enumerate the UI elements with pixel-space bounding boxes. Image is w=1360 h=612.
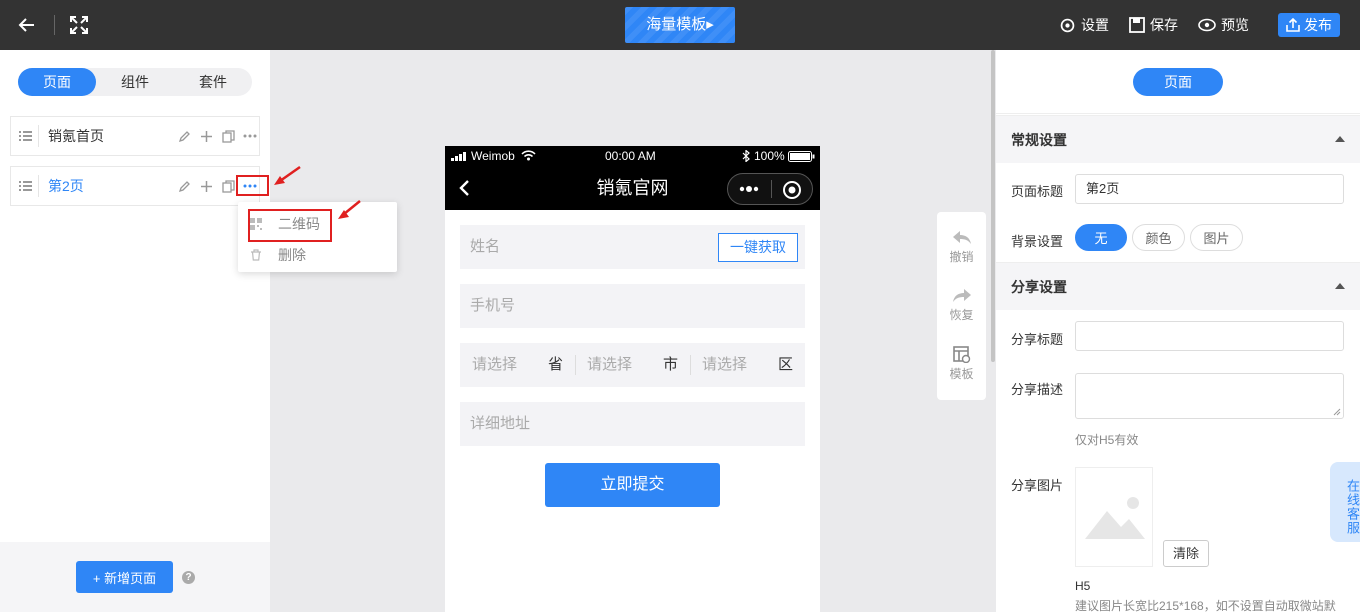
- page-row-2[interactable]: 第2页: [10, 166, 260, 206]
- name-placeholder: 姓名: [470, 238, 501, 255]
- preview-button[interactable]: 预览: [1198, 15, 1249, 35]
- eye-icon: [1198, 18, 1216, 32]
- highlight-box: [248, 209, 332, 242]
- bg-option-none[interactable]: 无: [1075, 224, 1127, 251]
- submit-button[interactable]: 立即提交: [545, 463, 720, 507]
- template-button[interactable]: 模板: [937, 346, 986, 382]
- wifi-icon: [521, 150, 536, 161]
- upload-icon: [1286, 18, 1300, 32]
- undo-button[interactable]: 撤销: [937, 230, 986, 265]
- back-arrow-icon[interactable]: [17, 15, 37, 35]
- drag-handle-icon[interactable]: [19, 180, 32, 192]
- image-placeholder-icon: [1085, 497, 1145, 539]
- address-field[interactable]: 详细地址: [460, 402, 805, 446]
- settings-button[interactable]: 设置: [1059, 15, 1109, 35]
- clear-image-button[interactable]: 清除: [1163, 540, 1209, 567]
- bg-option-color[interactable]: 颜色: [1132, 224, 1185, 251]
- annotation-arrow-icon: [338, 200, 361, 219]
- divider: [38, 125, 39, 147]
- one-click-fetch-button[interactable]: 一键获取: [718, 233, 798, 262]
- more-icon[interactable]: [242, 128, 258, 144]
- fullscreen-icon[interactable]: [69, 15, 89, 35]
- menu-item-delete[interactable]: 删除: [250, 243, 306, 267]
- highlight-box: [236, 175, 269, 196]
- page-name: 第2页: [48, 178, 84, 194]
- divider: [771, 180, 772, 198]
- tab-components[interactable]: 组件: [96, 68, 174, 96]
- city-select[interactable]: 请选择: [587, 343, 632, 387]
- add-page-button[interactable]: + 新增页面: [76, 561, 173, 593]
- canvas-scrollbar[interactable]: [991, 50, 995, 362]
- collapse-caret-icon: [1335, 136, 1345, 142]
- annotation-arrow-icon: [274, 165, 301, 185]
- share-image-hint: 建议图片长宽比215*168，如不设置自动取微站默: [1075, 599, 1336, 612]
- page-settings-tab[interactable]: 页面: [1133, 68, 1223, 96]
- redo-button[interactable]: 恢复: [937, 288, 986, 323]
- save-icon: [1129, 17, 1145, 33]
- plus-icon[interactable]: [198, 128, 214, 144]
- template-icon: [952, 346, 970, 363]
- phone-field[interactable]: 手机号: [460, 284, 805, 328]
- share-image-label: 分享图片: [1011, 478, 1064, 493]
- divider: [54, 15, 55, 35]
- city-label: 市: [663, 356, 679, 373]
- divider: [690, 355, 691, 375]
- share-desc-label: 分享描述: [1011, 382, 1064, 397]
- section-title: 分享设置: [1011, 279, 1067, 295]
- share-title-label: 分享标题: [1011, 332, 1064, 347]
- undo-icon: [952, 231, 971, 244]
- copy-icon[interactable]: [220, 178, 236, 194]
- page-title-label: 页面标题: [1011, 184, 1064, 199]
- province-select[interactable]: 请选择: [472, 343, 517, 387]
- copy-icon[interactable]: [220, 128, 236, 144]
- edit-icon[interactable]: [176, 178, 192, 194]
- h5-label: H5: [1075, 579, 1091, 593]
- share-desc-textarea[interactable]: [1075, 373, 1344, 419]
- close-target-icon[interactable]: [782, 180, 802, 200]
- divider: [575, 355, 576, 375]
- bluetooth-icon: [742, 150, 750, 162]
- edit-icon[interactable]: [176, 128, 192, 144]
- share-title-input[interactable]: [1075, 321, 1344, 351]
- address-placeholder: 详细地址: [470, 415, 531, 432]
- page-name: 销氪首页: [48, 128, 104, 144]
- share-settings-header[interactable]: 分享设置: [996, 262, 1360, 310]
- resize-handle-icon: [1333, 408, 1341, 416]
- tab-pages[interactable]: 页面: [18, 68, 96, 96]
- redo-icon: [952, 289, 971, 302]
- status-time: 00:00 AM: [605, 149, 656, 163]
- drag-handle-icon[interactable]: [19, 130, 32, 142]
- signal-icon: [451, 152, 466, 161]
- gear-icon: [1060, 18, 1075, 32]
- battery-percent: 100%: [754, 149, 785, 163]
- divider: [38, 175, 39, 197]
- publish-button[interactable]: 发布: [1278, 13, 1340, 37]
- general-settings-header[interactable]: 常规设置: [996, 115, 1360, 163]
- online-service-button[interactable]: 在线客服: [1330, 462, 1360, 542]
- bg-option-image[interactable]: 图片: [1190, 224, 1243, 251]
- page-row-1[interactable]: 销氪首页: [10, 116, 260, 156]
- template-title-button[interactable]: 海量模板▸: [625, 7, 735, 43]
- collapse-caret-icon: [1335, 283, 1345, 289]
- battery-icon: [788, 151, 815, 162]
- district-select[interactable]: 请选择: [702, 343, 747, 387]
- share-desc-hint: 仅对H5有效: [1075, 433, 1139, 447]
- trash-icon: [251, 249, 261, 261]
- help-icon[interactable]: ?: [182, 571, 195, 584]
- phone-status-bar: Weimob 00:00 AM 100%: [445, 146, 820, 166]
- tab-kits[interactable]: 套件: [174, 68, 252, 96]
- more-dots-icon[interactable]: [739, 185, 759, 193]
- save-button[interactable]: 保存: [1129, 15, 1178, 35]
- background-label: 背景设置: [1011, 234, 1064, 249]
- page-title-input[interactable]: 第2页: [1075, 174, 1344, 204]
- plus-icon[interactable]: [198, 178, 214, 194]
- section-title: 常规设置: [1011, 132, 1067, 148]
- province-label: 省: [548, 356, 564, 373]
- carrier: Weimob: [471, 149, 515, 163]
- mini-program-capsule: [727, 173, 813, 205]
- phone-placeholder: 手机号: [470, 297, 516, 314]
- district-label: 区: [778, 356, 794, 373]
- share-image-upload[interactable]: [1075, 467, 1153, 567]
